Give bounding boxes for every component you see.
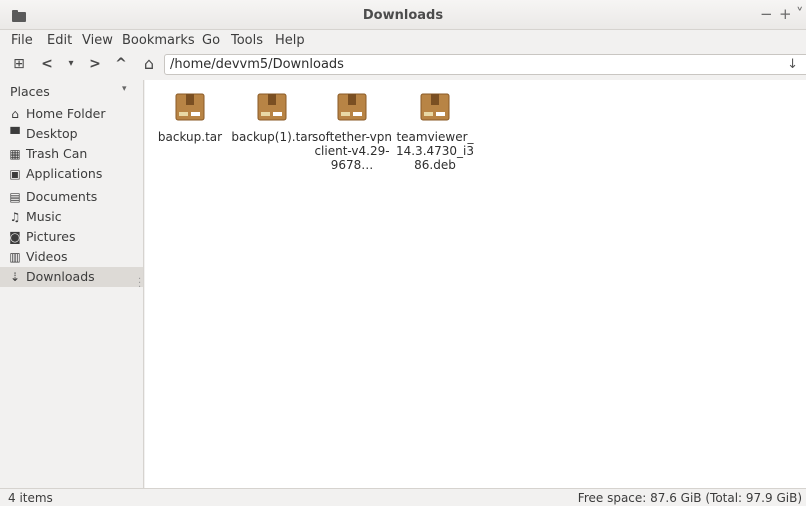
sidebar-item-label: Pictures [26,229,76,244]
menu-go[interactable]: Go [202,33,220,48]
sidebar-resize-handle[interactable]: · · · [138,275,141,293]
menu-view[interactable]: View [82,33,113,48]
sidebar-item-trash-can[interactable]: ▦ Trash Can [0,144,143,164]
status-bar: 4 items Free space: 87.6 GiB (Total: 97.… [0,488,806,506]
location-path: /home/devvm5/Downloads [170,57,344,72]
file-item-backup-tar[interactable]: backup.tar [149,88,231,144]
pictures-icon: ◙ [9,230,21,244]
file-item-backup-1-tar[interactable]: backup(1).tar [231,88,313,144]
sidebar-item-label: Home Folder [26,106,106,121]
sidebar-item-music[interactable]: ♫ Music [0,207,143,227]
file-name: backup(1).tar [231,130,313,144]
up-button[interactable]: ^ [114,54,128,74]
title-bar: Downloads − + ˅ [0,0,806,30]
history-dropdown-button[interactable]: ▾ [64,54,78,74]
back-button[interactable]: < [40,54,54,74]
forward-button[interactable]: > [88,54,102,74]
places-header[interactable]: Places [10,84,50,99]
sidebar-item-desktop[interactable]: ▀ Desktop [0,124,143,144]
item-count: 4 items [8,491,53,505]
file-item-teamviewer-deb[interactable]: teamviewer_14.3.4730_i386.deb [394,88,476,172]
file-name: teamviewer_14.3.4730_i386.deb [395,130,475,172]
downloads-icon: ⇣ [9,270,21,284]
sidebar-item-pictures[interactable]: ◙ Pictures [0,227,143,247]
minimize-button[interactable]: − [760,5,773,23]
go-icon[interactable]: ↓ [787,55,798,74]
free-space: Free space: 87.6 GiB (Total: 97.9 GiB) [577,491,802,505]
archive-icon [175,93,205,121]
sidebar: Places ▾ ⌂ Home Folder ▀ Desktop ▦ Trash Ca… [0,80,144,488]
file-name: softether-vpnclient-v4.29-9678… [312,130,392,172]
file-view[interactable]: backup.tar backup(1).tar softether-vpncl… [145,80,806,488]
file-item-softether-vpnclient[interactable]: softether-vpnclient-v4.29-9678… [311,88,393,172]
videos-icon: ▥ [9,250,21,264]
sidebar-item-label: Applications [26,166,103,181]
new-tab-button[interactable]: ⊞ [10,54,28,74]
package-icon [420,93,450,121]
sidebar-item-label: Downloads [26,269,95,284]
close-button[interactable]: ˅ [796,5,804,23]
archive-icon [257,93,287,121]
sidebar-item-videos[interactable]: ▥ Videos [0,247,143,267]
applications-icon: ▣ [9,167,21,181]
menu-edit[interactable]: Edit [47,33,72,48]
menu-file[interactable]: File [11,33,33,48]
sidebar-item-documents[interactable]: ▤ Documents [0,187,143,207]
trash-icon: ▦ [9,147,21,161]
menu-bar: File Edit View Bookmarks Go Tools Help [0,30,806,52]
sidebar-item-label: Trash Can [26,146,88,161]
menu-bookmarks[interactable]: Bookmarks [122,33,195,48]
menu-tools[interactable]: Tools [231,33,263,48]
sidebar-item-label: Music [26,209,62,224]
toolbar: ⊞ < ▾ > ^ ⌂ /home/devvm5/Downloads ↓ [0,52,806,78]
sidebar-item-home-folder[interactable]: ⌂ Home Folder [0,104,143,124]
home-icon: ⌂ [11,107,19,121]
menu-help[interactable]: Help [275,33,305,48]
window-title: Downloads [362,8,444,23]
sidebar-item-downloads[interactable]: ⇣ Downloads [0,267,143,287]
sidebar-item-applications[interactable]: ▣ Applications [0,164,143,184]
sidebar-item-label: Documents [26,189,98,204]
home-button[interactable]: ⌂ [140,54,158,74]
desktop-icon: ▀ [10,127,20,141]
documents-icon: ▤ [9,190,21,204]
file-name: backup.tar [157,130,223,144]
maximize-button[interactable]: + [779,5,792,23]
location-bar[interactable]: /home/devvm5/Downloads ↓ [164,54,806,75]
sidebar-item-label: Videos [26,249,68,264]
chevron-down-icon[interactable]: ▾ [122,84,127,94]
music-icon: ♫ [9,210,21,224]
sidebar-item-label: Desktop [26,126,78,141]
archive-icon [337,93,367,121]
